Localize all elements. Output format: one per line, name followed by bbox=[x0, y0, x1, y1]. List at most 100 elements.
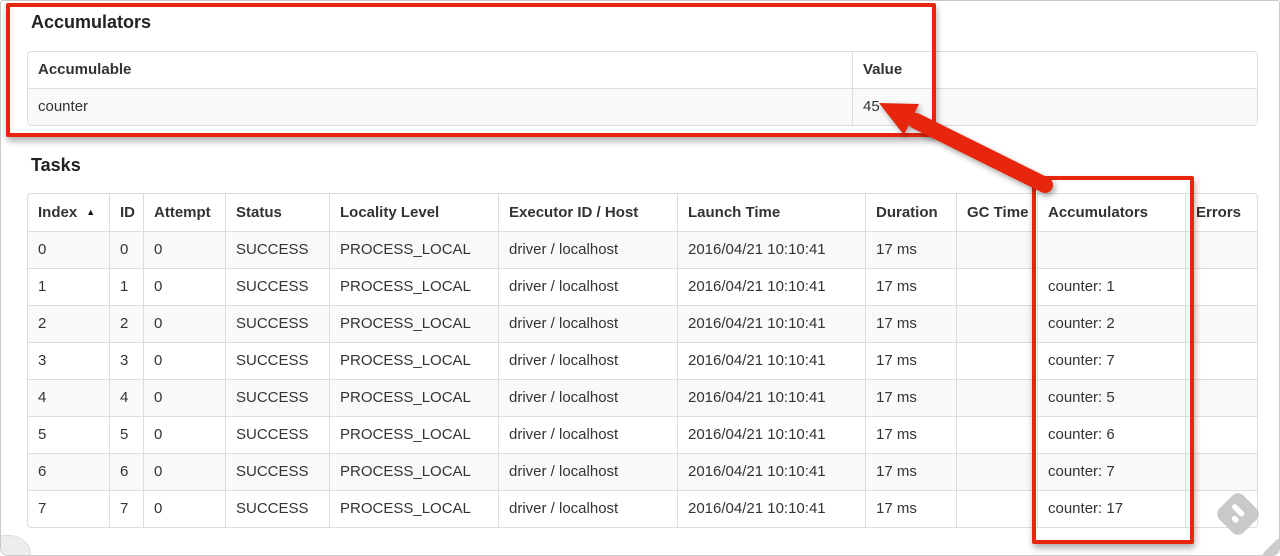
task-executor-cell: driver / localhost bbox=[498, 342, 677, 379]
task-id-cell: 4 bbox=[109, 379, 143, 416]
task-status-cell: SUCCESS bbox=[225, 379, 329, 416]
task-duration-cell: 17 ms bbox=[865, 453, 956, 490]
errors-column-header[interactable]: Errors bbox=[1185, 194, 1257, 231]
task-locality-cell: PROCESS_LOCAL bbox=[329, 268, 498, 305]
task-attempt-cell: 0 bbox=[143, 379, 225, 416]
task-attempt-cell: 0 bbox=[143, 453, 225, 490]
task-gc-time-cell bbox=[956, 453, 1037, 490]
task-errors-cell bbox=[1185, 231, 1257, 268]
task-duration-cell: 17 ms bbox=[865, 231, 956, 268]
task-accumulators-cell: counter: 7 bbox=[1037, 453, 1185, 490]
task-index-cell: 7 bbox=[28, 490, 109, 527]
locality-level-column-header[interactable]: Locality Level bbox=[329, 194, 498, 231]
task-executor-cell: driver / localhost bbox=[498, 379, 677, 416]
accumulators-column-header[interactable]: Accumulators bbox=[1037, 194, 1185, 231]
task-locality-cell: PROCESS_LOCAL bbox=[329, 416, 498, 453]
task-row: 1 1 0 SUCCESS PROCESS_LOCAL driver / loc… bbox=[28, 268, 1257, 305]
task-duration-cell: 17 ms bbox=[865, 379, 956, 416]
duration-column-header[interactable]: Duration bbox=[865, 194, 956, 231]
task-status-cell: SUCCESS bbox=[225, 268, 329, 305]
task-status-cell: SUCCESS bbox=[225, 305, 329, 342]
task-gc-time-cell bbox=[956, 268, 1037, 305]
task-accumulators-cell bbox=[1037, 231, 1185, 268]
task-accumulators-cell: counter: 2 bbox=[1037, 305, 1185, 342]
task-executor-cell: driver / localhost bbox=[498, 268, 677, 305]
status-column-header[interactable]: Status bbox=[225, 194, 329, 231]
accumulators-table-header-row: Accumulable Value bbox=[28, 52, 1257, 88]
task-gc-time-cell bbox=[956, 490, 1037, 527]
tasks-tbody: 0 0 0 SUCCESS PROCESS_LOCAL driver / loc… bbox=[28, 231, 1257, 527]
task-gc-time-cell bbox=[956, 416, 1037, 453]
task-errors-cell bbox=[1185, 342, 1257, 379]
task-locality-cell: PROCESS_LOCAL bbox=[329, 231, 498, 268]
task-errors-cell bbox=[1185, 490, 1257, 527]
task-attempt-cell: 0 bbox=[143, 342, 225, 379]
task-attempt-cell: 0 bbox=[143, 231, 225, 268]
task-launch-time-cell: 2016/04/21 10:10:41 bbox=[677, 342, 865, 379]
task-executor-cell: driver / localhost bbox=[498, 305, 677, 342]
task-launch-time-cell: 2016/04/21 10:10:41 bbox=[677, 379, 865, 416]
task-executor-cell: driver / localhost bbox=[498, 490, 677, 527]
task-row: 7 7 0 SUCCESS PROCESS_LOCAL driver / loc… bbox=[28, 490, 1257, 527]
task-id-cell: 0 bbox=[109, 231, 143, 268]
task-errors-cell bbox=[1185, 305, 1257, 342]
task-row: 5 5 0 SUCCESS PROCESS_LOCAL driver / loc… bbox=[28, 416, 1257, 453]
task-attempt-cell: 0 bbox=[143, 490, 225, 527]
task-row: 6 6 0 SUCCESS PROCESS_LOCAL driver / loc… bbox=[28, 453, 1257, 490]
task-index-cell: 4 bbox=[28, 379, 109, 416]
tasks-table: Index ▲ ID Attempt Status Locality Level … bbox=[27, 193, 1258, 528]
task-row: 2 2 0 SUCCESS PROCESS_LOCAL driver / loc… bbox=[28, 305, 1257, 342]
tasks-table-header-row: Index ▲ ID Attempt Status Locality Level … bbox=[28, 194, 1257, 231]
task-accumulators-cell: counter: 17 bbox=[1037, 490, 1185, 527]
executor-id-host-column-header[interactable]: Executor ID / Host bbox=[498, 194, 677, 231]
task-launch-time-cell: 2016/04/21 10:10:41 bbox=[677, 305, 865, 342]
task-duration-cell: 17 ms bbox=[865, 416, 956, 453]
accumulators-table: Accumulable Value counter 45 bbox=[27, 51, 1258, 126]
task-index-cell: 0 bbox=[28, 231, 109, 268]
task-duration-cell: 17 ms bbox=[865, 305, 956, 342]
task-locality-cell: PROCESS_LOCAL bbox=[329, 379, 498, 416]
task-locality-cell: PROCESS_LOCAL bbox=[329, 490, 498, 527]
task-attempt-cell: 0 bbox=[143, 416, 225, 453]
task-index-cell: 2 bbox=[28, 305, 109, 342]
task-gc-time-cell bbox=[956, 305, 1037, 342]
task-id-cell: 6 bbox=[109, 453, 143, 490]
task-duration-cell: 17 ms bbox=[865, 268, 956, 305]
id-column-header[interactable]: ID bbox=[109, 194, 143, 231]
task-locality-cell: PROCESS_LOCAL bbox=[329, 305, 498, 342]
task-locality-cell: PROCESS_LOCAL bbox=[329, 342, 498, 379]
task-duration-cell: 17 ms bbox=[865, 342, 956, 379]
task-accumulators-cell: counter: 6 bbox=[1037, 416, 1185, 453]
task-errors-cell bbox=[1185, 268, 1257, 305]
task-errors-cell bbox=[1185, 416, 1257, 453]
task-errors-cell bbox=[1185, 379, 1257, 416]
value-column-header[interactable]: Value bbox=[852, 52, 1257, 88]
task-index-cell: 6 bbox=[28, 453, 109, 490]
spark-ui-page: Accumulators Accumulable Value counter 4… bbox=[0, 0, 1280, 556]
accumulators-section-heading: Accumulators bbox=[31, 12, 152, 32]
task-row: 4 4 0 SUCCESS PROCESS_LOCAL driver / loc… bbox=[28, 379, 1257, 416]
launch-time-column-header[interactable]: Launch Time bbox=[677, 194, 865, 231]
accumulable-column-header[interactable]: Accumulable bbox=[28, 52, 852, 88]
task-gc-time-cell bbox=[956, 231, 1037, 268]
task-errors-cell bbox=[1185, 453, 1257, 490]
gc-time-column-header[interactable]: GC Time bbox=[956, 194, 1037, 231]
task-id-cell: 7 bbox=[109, 490, 143, 527]
page-content: Accumulators Accumulable Value counter 4… bbox=[1, 1, 1279, 528]
task-status-cell: SUCCESS bbox=[225, 453, 329, 490]
task-status-cell: SUCCESS bbox=[225, 490, 329, 527]
accumulable-name-cell: counter bbox=[28, 88, 852, 125]
task-index-cell: 5 bbox=[28, 416, 109, 453]
task-executor-cell: driver / localhost bbox=[498, 231, 677, 268]
accumulable-value-cell: 45 bbox=[852, 88, 1257, 125]
task-id-cell: 2 bbox=[109, 305, 143, 342]
index-column-header[interactable]: Index ▲ bbox=[28, 194, 109, 231]
accumulator-row: counter 45 bbox=[28, 88, 1257, 125]
task-launch-time-cell: 2016/04/21 10:10:41 bbox=[677, 453, 865, 490]
attempt-column-header[interactable]: Attempt bbox=[143, 194, 225, 231]
task-executor-cell: driver / localhost bbox=[498, 416, 677, 453]
task-gc-time-cell bbox=[956, 379, 1037, 416]
task-accumulators-cell: counter: 5 bbox=[1037, 379, 1185, 416]
task-accumulators-cell: counter: 1 bbox=[1037, 268, 1185, 305]
task-status-cell: SUCCESS bbox=[225, 231, 329, 268]
